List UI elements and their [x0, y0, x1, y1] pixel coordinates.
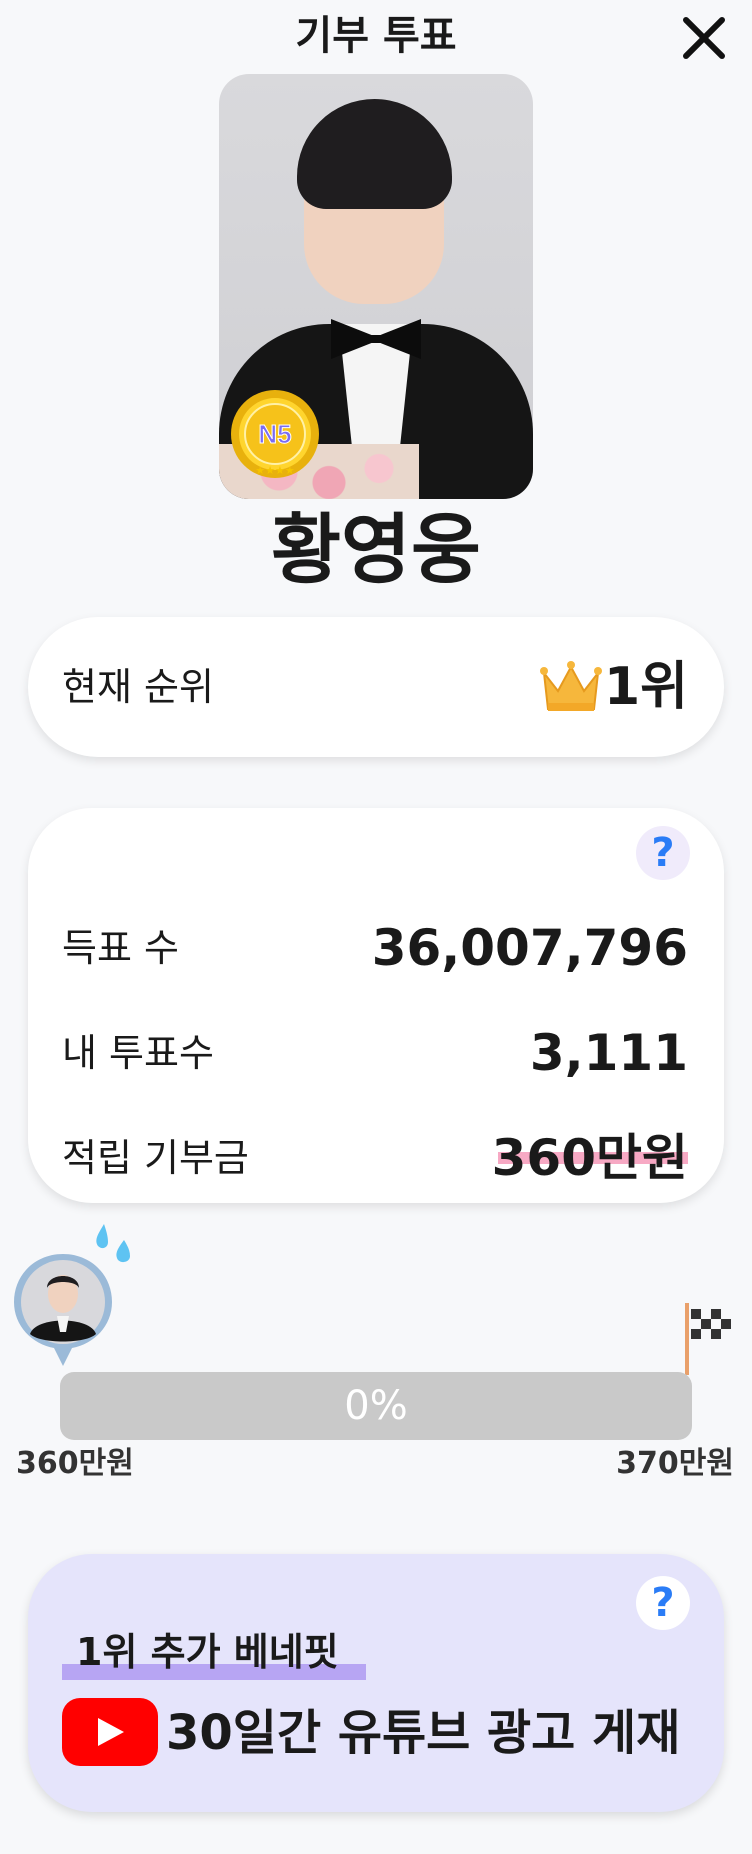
avatar-marker	[10, 1252, 116, 1372]
stats-help-button[interactable]: ?	[636, 826, 690, 880]
progress-end-label: 370만원	[616, 1446, 734, 1481]
level-badge: N5 ★★★★	[229, 388, 321, 480]
progress-start-label: 360만원	[16, 1446, 134, 1481]
artist-name: 황영웅	[271, 505, 481, 594]
donation-progress-bar: 0%	[60, 1372, 692, 1440]
votes-value: 36,007,796	[371, 919, 688, 977]
finish-flag-icon	[685, 1303, 731, 1375]
donation-label: 적립 기부금	[62, 1136, 249, 1180]
my-votes-value: 3,111	[529, 1024, 688, 1082]
stats-card: ? 득표 수 36,007,796 내 투표수 3,111 적립 기부금 360…	[28, 808, 724, 1203]
rank-label: 현재 순위	[62, 665, 214, 709]
crown-icon	[540, 661, 602, 711]
youtube-icon	[62, 1698, 158, 1766]
close-icon	[683, 17, 725, 59]
rank-value: 1위	[603, 657, 688, 717]
benefit-text: 30일간 유튜브 광고 게재	[166, 1705, 681, 1761]
page-title: 기부 투표	[295, 13, 457, 59]
benefit-label: 1위 추가 베네핏	[76, 1630, 339, 1674]
benefit-card: ? 1위 추가 베네핏 30일간 유튜브 광고 게재	[28, 1554, 724, 1812]
benefit-help-button[interactable]: ?	[636, 1576, 690, 1630]
badge-stars: ★★★★	[255, 464, 295, 477]
votes-label: 득표 수	[62, 926, 179, 970]
close-button[interactable]	[674, 8, 734, 68]
rank-card: 현재 순위 1위	[28, 617, 724, 757]
badge-text: N5	[258, 419, 291, 449]
donation-value: 360만원	[491, 1129, 688, 1187]
progress-percent: 0%	[344, 1383, 408, 1429]
my-votes-label: 내 투표수	[62, 1031, 214, 1075]
